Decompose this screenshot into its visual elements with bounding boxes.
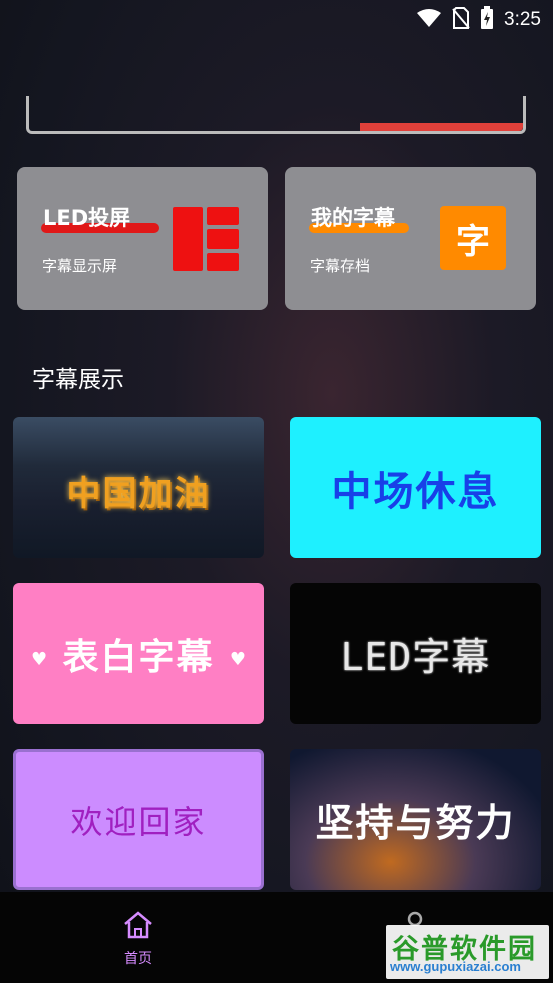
tile-zhongchang-xiuxi[interactable]: 中场休息: [290, 417, 541, 558]
tile-biaobai-zimu[interactable]: ♥ 表白字幕 ♥: [13, 583, 264, 724]
heart-icon: ♥: [31, 649, 48, 670]
nav-home-label: 首页: [124, 951, 152, 967]
status-icons: 3:25: [416, 6, 541, 34]
tile-text: 表白字幕: [62, 635, 215, 678]
tile-text: 中场休息: [331, 468, 500, 515]
status-bar: 3:25: [0, 0, 553, 40]
led-cast-card[interactable]: LED投屏 字幕显示屏: [17, 167, 268, 310]
card-subtitle: 字幕显示屏: [42, 257, 118, 275]
card-title: LED投屏: [43, 206, 131, 230]
wifi-icon: [416, 8, 442, 32]
status-time: 3:25: [504, 9, 541, 30]
section-title: 字幕展示: [32, 367, 124, 393]
my-subtitles-card[interactable]: 我的字幕 字幕存档 字: [285, 167, 536, 310]
watermark: 谷普软件园 www.gupuxiazai.com: [386, 925, 549, 979]
tile-text: LED字幕: [340, 635, 491, 679]
zi-icon: 字: [440, 206, 506, 270]
tile-huanying-huijia[interactable]: 欢迎回家: [13, 749, 264, 890]
progress-fill: [359, 123, 523, 131]
progress-bar: [26, 96, 526, 134]
card-subtitle: 字幕存档: [310, 257, 371, 275]
tile-text: 中国加油: [66, 474, 211, 514]
nav-home[interactable]: 首页: [118, 910, 158, 968]
card-title: 我的字幕: [311, 206, 395, 230]
heart-icon: ♥: [229, 649, 246, 670]
tile-zhongguo-jiayou[interactable]: 中国加油: [13, 417, 264, 558]
tile-jianchi-nuli[interactable]: 坚持与努力: [290, 749, 541, 890]
led-grid-icon: [173, 207, 239, 271]
tile-text: 欢迎回家: [70, 802, 207, 841]
watermark-url: www.gupuxiazai.com: [390, 959, 521, 974]
home-icon: [122, 910, 154, 944]
no-sim-icon: [452, 7, 470, 33]
tile-text: 坚持与努力: [315, 801, 516, 845]
tile-led-zimu[interactable]: LED字幕: [290, 583, 541, 724]
battery-charging-icon: [480, 6, 494, 34]
